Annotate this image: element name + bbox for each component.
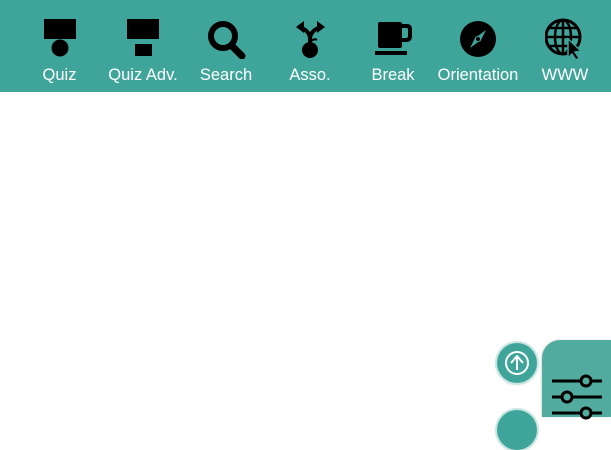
scroll-up-button[interactable] (497, 343, 537, 383)
toolbar-item-quiz-adv[interactable]: Quiz Adv. (100, 0, 186, 92)
toolbar-item-orientation[interactable]: Orientation (431, 0, 525, 92)
toolbar-label-search: Search (199, 66, 253, 84)
toolbar-label-quiz-adv: Quiz Adv. (108, 66, 178, 84)
toolbar-item-search[interactable]: Search (192, 0, 260, 92)
sliders-icon (552, 374, 602, 420)
toolbar-item-asso[interactable]: Asso. (278, 0, 342, 92)
quiz-adv-icon (123, 17, 163, 59)
toolbar-label-quiz: Quiz (42, 66, 77, 84)
secondary-floating-button[interactable] (497, 410, 537, 450)
toolbar-label-www: WWW (541, 66, 589, 84)
toolbar-item-break[interactable]: Break (362, 0, 424, 92)
top-toolbar: Quiz Quiz Adv. Search Asso. Break Orient… (0, 0, 611, 92)
search-icon (206, 17, 246, 59)
settings-panel-button[interactable] (542, 340, 611, 420)
toolbar-label-asso: Asso. (289, 66, 331, 84)
toolbar-label-break: Break (371, 66, 415, 84)
toolbar-item-www[interactable]: WWW (535, 0, 595, 92)
arrow-up-circle-icon (505, 351, 529, 375)
compass-icon (458, 17, 498, 59)
coffee-cup-icon (373, 17, 413, 59)
toolbar-item-quiz[interactable]: Quiz (28, 0, 91, 92)
toolbar-label-orientation: Orientation (437, 66, 519, 84)
globe-cursor-icon (545, 17, 585, 59)
circle-button-icon (497, 410, 537, 450)
association-icon (290, 17, 330, 59)
quiz-icon (40, 17, 80, 59)
